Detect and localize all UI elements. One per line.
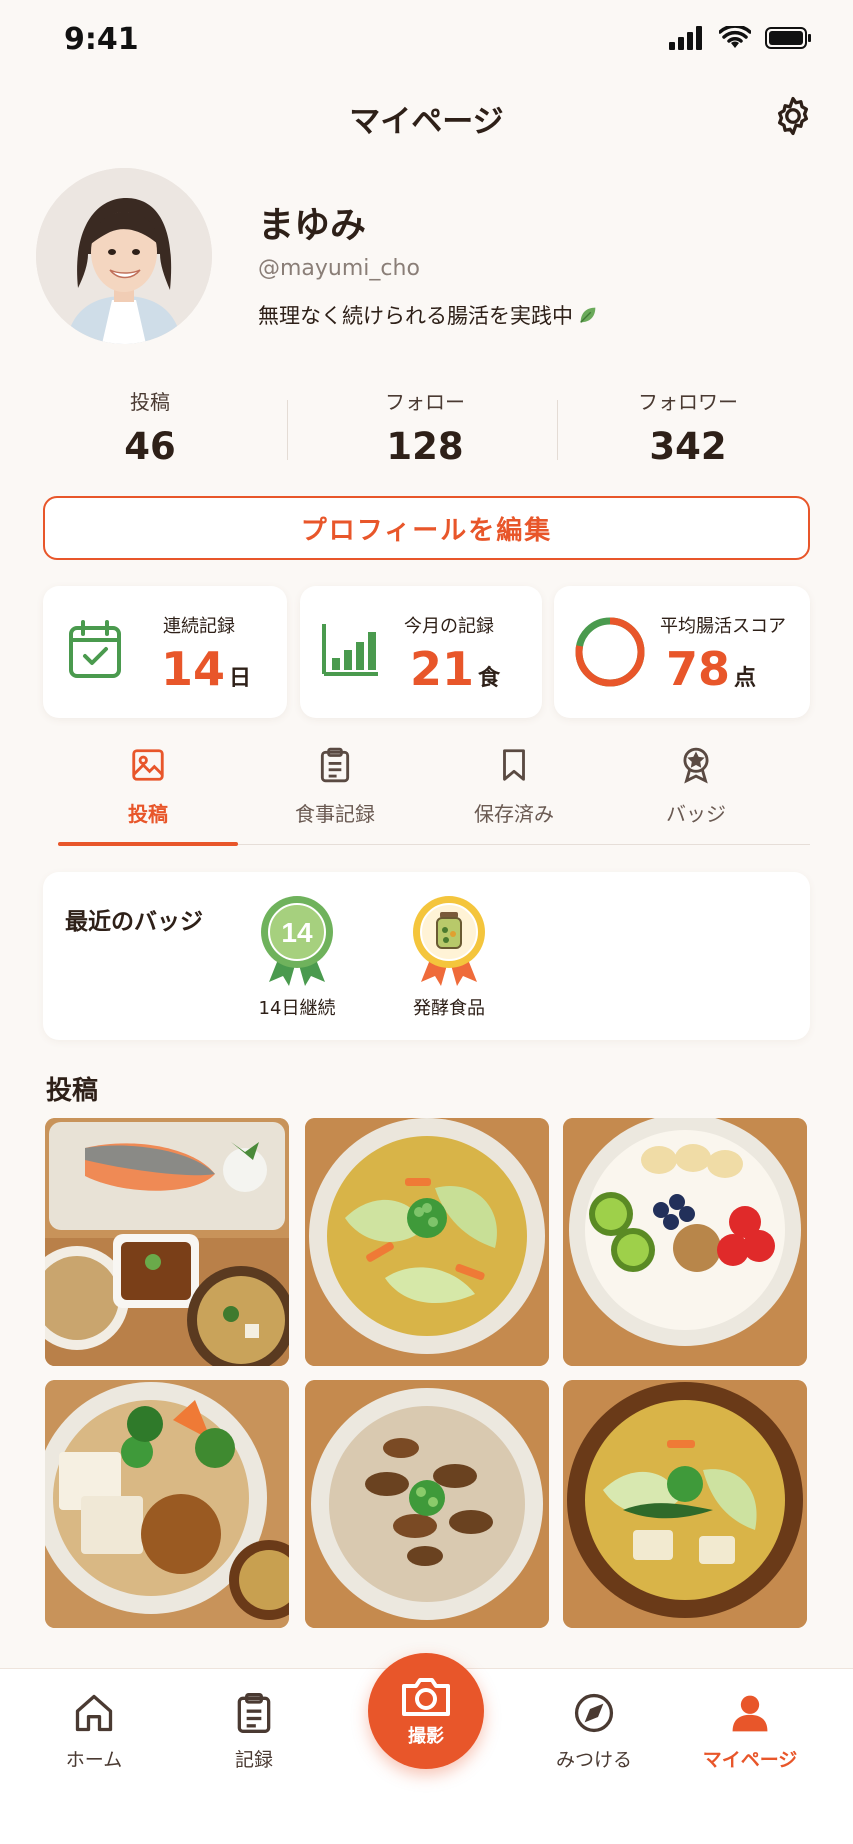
profile-bio: 無理なく続けられる腸活を実践中 [258, 300, 599, 330]
gear-icon [777, 96, 809, 136]
stat-label: フォロワー [638, 390, 738, 414]
monthly-records-card[interactable]: 今月の記録 21 食 [300, 586, 542, 718]
profile-name: まゆみ [258, 205, 367, 246]
avatar[interactable] [36, 168, 212, 344]
post-thumbnail[interactable] [563, 1118, 807, 1366]
home-icon [75, 1694, 113, 1732]
card-value: 14 [161, 642, 226, 696]
grilled-salmon-set-photo [45, 1118, 289, 1366]
stat-posts[interactable]: 投稿 46 [30, 386, 270, 468]
nav-home[interactable]: ホーム [34, 1691, 154, 1772]
post-thumbnail[interactable] [305, 1380, 549, 1628]
badge-label: 14日継続 [258, 998, 336, 1019]
bar-chart-icon [322, 624, 378, 676]
badge-number: 14 [281, 917, 313, 948]
post-thumbnail[interactable] [45, 1118, 289, 1366]
card-label: 平均腸活スコア [660, 616, 786, 637]
tab-meal-records[interactable]: 食事記録 [245, 746, 425, 827]
gut-score-card[interactable]: 平均腸活スコア 78 点 [554, 586, 810, 718]
streak-card[interactable]: 連続記録 14 日 [43, 586, 287, 718]
card-value: 21 [410, 642, 475, 696]
bookmark-icon [503, 749, 525, 781]
nav-mypage[interactable]: マイページ [690, 1691, 810, 1772]
tofu-natto-bowl-photo [45, 1380, 289, 1628]
award-icon [683, 747, 709, 784]
person-icon [732, 1695, 768, 1732]
tab-label: 保存済み [474, 802, 554, 826]
post-thumbnail[interactable] [563, 1380, 807, 1628]
clipboard-icon [320, 747, 350, 783]
status-icons [669, 26, 813, 50]
status-time: 9:41 [64, 22, 139, 57]
vegetable-soup-photo [305, 1118, 549, 1366]
tab-label: 食事記録 [295, 802, 375, 826]
recent-badges-card: 最近のバッジ 14 14日継続 発酵食品 [43, 872, 810, 1040]
score-ring [575, 617, 645, 687]
tab-label: バッジ [666, 802, 726, 826]
stat-value: 46 [124, 425, 176, 468]
camera-label: 撮影 [408, 1726, 444, 1747]
edit-profile-button[interactable]: プロフィールを編集 [43, 496, 810, 560]
card-value: 78 [666, 642, 731, 696]
profile-handle: @mayumi_cho [258, 256, 420, 281]
ribbon-badge-icon: 14 [261, 896, 333, 986]
badge-14-days[interactable]: 14 14日継続 [242, 894, 352, 1020]
signal-icon [669, 26, 702, 50]
leaf-icon [580, 307, 596, 323]
card-unit: 食 [478, 666, 501, 691]
bottom-nav: ホーム 記録 撮影 みつける マイページ [0, 1653, 853, 1844]
stat-value: 342 [649, 425, 727, 468]
page-title: マイページ [349, 104, 504, 140]
calendar-check-icon [69, 620, 121, 678]
nav-discover[interactable]: みつける [534, 1691, 654, 1772]
badge-label: 発酵食品 [413, 998, 485, 1019]
jar-badge-icon [413, 896, 485, 986]
settings-button[interactable] [771, 94, 815, 138]
card-unit: 点 [734, 666, 757, 691]
bio-text: 無理なく続けられる腸活を実践中 [258, 304, 573, 328]
yogurt-fruit-bowl-photo [563, 1118, 807, 1366]
stat-followers[interactable]: フォロワー 342 [568, 386, 808, 468]
camera-button[interactable]: 撮影 [368, 1653, 484, 1769]
tab-label: 投稿 [128, 802, 168, 826]
tab-active-indicator [58, 842, 238, 846]
tab-posts[interactable]: 投稿 [58, 746, 238, 827]
badges-title: 最近のバッジ [65, 909, 203, 935]
tab-saved[interactable]: 保存済み [424, 746, 604, 827]
nav-label: マイページ [702, 1749, 798, 1771]
avatar-photo [36, 168, 212, 344]
card-label: 連続記録 [163, 616, 235, 637]
stat-divider [287, 400, 288, 460]
card-label: 今月の記録 [404, 616, 494, 637]
stat-label: 投稿 [130, 390, 170, 414]
battery-icon [765, 27, 811, 49]
wifi-icon [719, 26, 751, 48]
card-unit: 日 [229, 666, 252, 691]
stat-value: 128 [386, 425, 464, 468]
nav-label: ホーム [65, 1749, 123, 1771]
compass-icon [574, 1693, 614, 1733]
stat-label: フォロー [385, 390, 465, 414]
posts-section-title: 投稿 [46, 1076, 99, 1106]
image-icon [132, 749, 164, 781]
post-thumbnail[interactable] [305, 1118, 549, 1366]
camera-icon [402, 1678, 450, 1716]
nav-label: みつける [555, 1749, 632, 1771]
stat-divider [557, 400, 558, 460]
nav-records[interactable]: 記録 [194, 1691, 314, 1772]
mushroom-porridge-photo [305, 1380, 549, 1628]
badge-fermented-food[interactable]: 発酵食品 [394, 894, 504, 1020]
stat-following[interactable]: フォロー 128 [305, 386, 545, 468]
clipboard-icon [237, 1693, 271, 1733]
miso-soup-photo [563, 1380, 807, 1628]
post-thumbnail[interactable] [45, 1380, 289, 1628]
nav-label: 記録 [234, 1749, 273, 1771]
tab-badges[interactable]: バッジ [606, 746, 786, 827]
